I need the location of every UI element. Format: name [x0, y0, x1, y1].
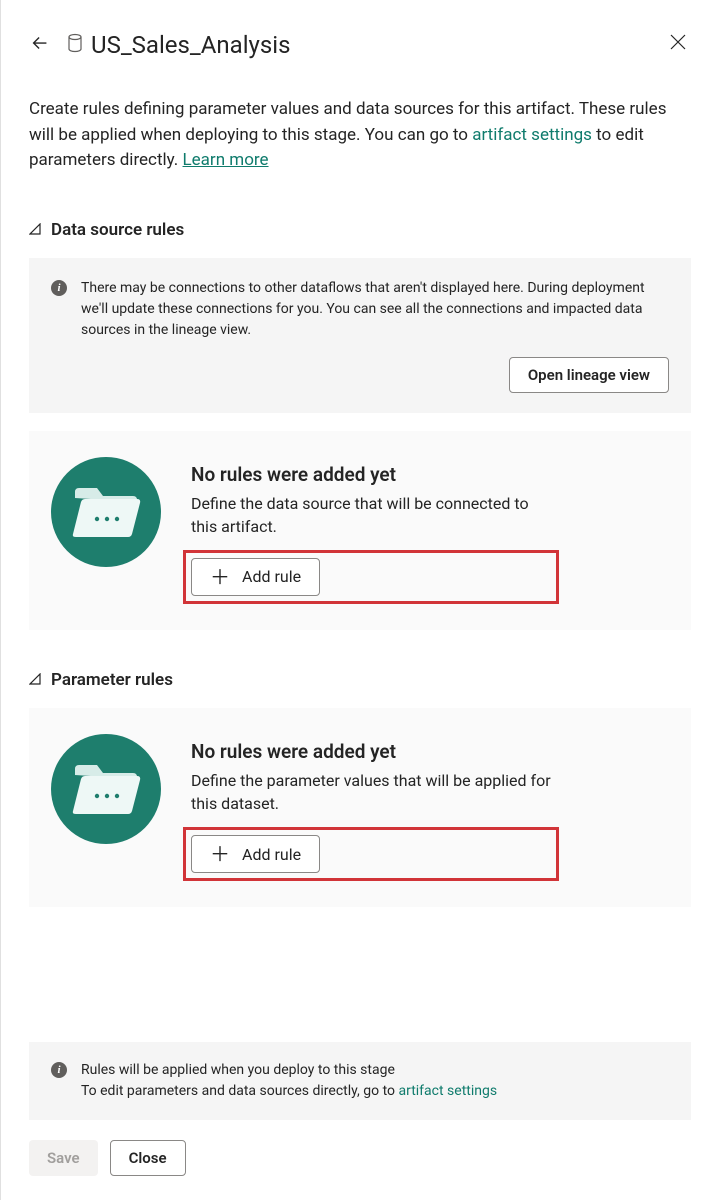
datasource-info-panel: i There may be connections to other data…: [29, 258, 691, 413]
empty-folder-icon: [51, 457, 161, 567]
back-arrow-icon[interactable]: [29, 32, 51, 58]
save-button[interactable]: Save: [29, 1140, 98, 1176]
panel-header: US_Sales_Analysis: [29, 28, 691, 61]
learn-more-link[interactable]: Learn more: [183, 150, 269, 170]
info-icon: i: [51, 1062, 67, 1078]
info-icon: i: [51, 280, 67, 296]
collapse-icon: [29, 670, 41, 689]
datasource-empty-state: No rules were added yet Define the data …: [29, 431, 691, 630]
collapse-icon: [29, 220, 41, 239]
section-header-datasource[interactable]: Data source rules: [29, 220, 691, 240]
artifact-settings-link-footer[interactable]: artifact settings: [399, 1083, 498, 1099]
plus-icon: ＋: [210, 844, 230, 864]
parameter-rules-section: Parameter rules No rules were added yet …: [29, 670, 691, 907]
add-datasource-rule-button[interactable]: ＋ Add rule: [191, 558, 320, 596]
open-lineage-view-button[interactable]: Open lineage view: [509, 357, 669, 393]
datasource-empty-title: No rules were added yet: [191, 463, 551, 486]
close-button[interactable]: Close: [110, 1140, 186, 1176]
footer-buttons: Save Close: [29, 1120, 691, 1200]
artifact-settings-link[interactable]: artifact settings: [472, 125, 592, 145]
datasource-empty-description: Define the data source that will be conn…: [191, 492, 551, 538]
parameter-empty-description: Define the parameter values that will be…: [191, 769, 551, 815]
dataset-icon: [67, 33, 83, 57]
close-icon[interactable]: [665, 28, 691, 61]
data-source-rules-section: Data source rules i There may be connect…: [29, 220, 691, 630]
parameter-empty-state: No rules were added yet Define the param…: [29, 708, 691, 907]
panel-title: US_Sales_Analysis: [91, 31, 291, 59]
parameter-empty-title: No rules were added yet: [191, 740, 551, 763]
section-header-parameter[interactable]: Parameter rules: [29, 670, 691, 690]
footer-info-panel: i Rules will be applied when you deploy …: [29, 1042, 691, 1120]
panel-description: Create rules defining parameter values a…: [29, 97, 691, 174]
plus-icon: ＋: [210, 567, 230, 587]
empty-folder-icon: [51, 734, 161, 844]
add-parameter-rule-button[interactable]: ＋ Add rule: [191, 835, 320, 873]
